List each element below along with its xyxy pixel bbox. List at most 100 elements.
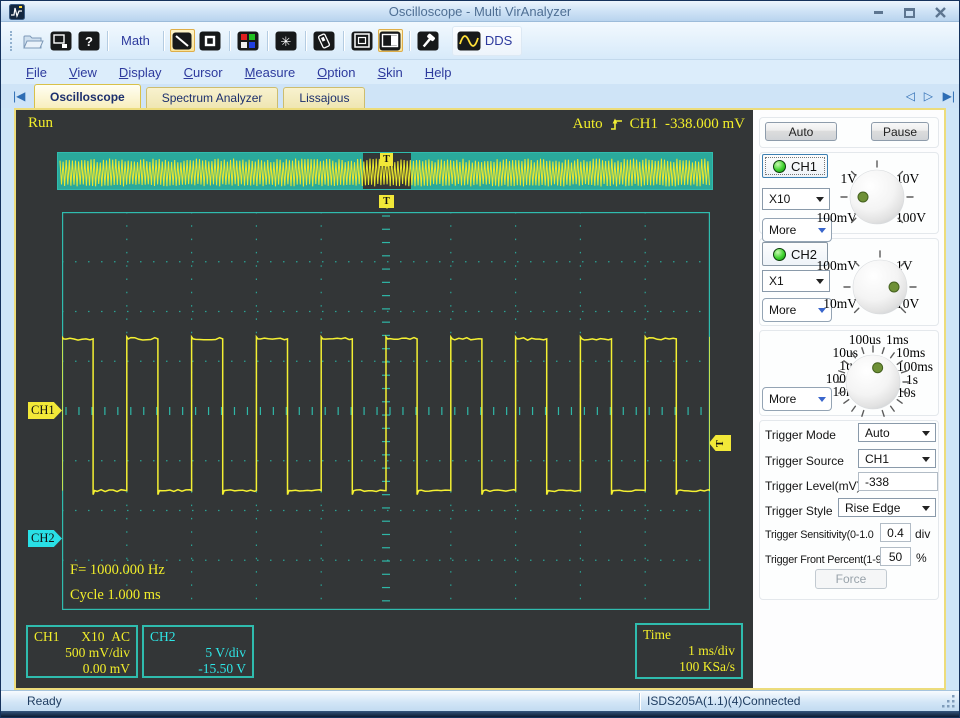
maximize-icon	[903, 7, 915, 18]
frame-icon	[351, 31, 373, 50]
chevron-down-icon	[922, 430, 930, 440]
sine-wave-icon	[457, 31, 481, 50]
side-panel-button[interactable]	[377, 29, 403, 52]
trigger-source-select[interactable]: CH1	[858, 449, 936, 468]
frequency-readout: F= 1000.000 Hz	[70, 562, 165, 578]
time-info-title: Time	[643, 627, 672, 642]
toolbar: ? Math ✳ DDS	[1, 22, 959, 60]
pause-button[interactable]: Pause	[871, 122, 929, 141]
trigger-level-readout: -338.000 mV	[665, 116, 745, 132]
trigger-mode-select[interactable]: Auto	[858, 423, 936, 442]
menu-measure[interactable]: Measure	[234, 62, 307, 83]
menu-display[interactable]: Display	[108, 62, 173, 83]
trigger-mode-label: Trigger Mode	[765, 428, 836, 442]
converge-arrows-icon: ✳	[275, 31, 297, 50]
dds-group: DDS	[451, 25, 523, 56]
menu-cursor[interactable]: Cursor	[173, 62, 234, 83]
rise-edge-icon	[610, 118, 622, 130]
ch1-coupling-readout: AC	[111, 629, 130, 644]
toolbar-separator	[408, 30, 410, 51]
tab-nav-prev-icon[interactable]: ◁	[906, 89, 915, 103]
trigger-front-input[interactable]: 50	[880, 547, 911, 566]
cycle-readout: Cycle 1.000 ms	[70, 587, 161, 603]
ch1-volts-knob[interactable]	[832, 152, 922, 242]
trigger-style-select[interactable]: Rise Edge	[838, 498, 936, 517]
status-divider	[639, 693, 640, 710]
ch2-offset-readout: -15.50 V	[198, 661, 246, 676]
menu-option[interactable]: Option	[306, 62, 366, 83]
chevron-down-icon	[922, 456, 930, 466]
color-settings-button[interactable]	[236, 29, 261, 52]
menu-file[interactable]: File	[15, 62, 58, 83]
timebase-readout: 1 ms/div	[688, 643, 735, 658]
menu-skin[interactable]: Skin	[367, 62, 414, 83]
toolbar-separator	[228, 30, 230, 51]
menu-view[interactable]: View	[58, 62, 108, 83]
ch2-level-marker[interactable]: CH2	[28, 530, 62, 547]
ch1-probe-select[interactable]: X10	[762, 188, 830, 210]
device-button[interactable]	[312, 29, 337, 52]
app-window: Oscilloscope - Multi VirAnalyzer ? Math …	[0, 0, 960, 718]
menu-bar: File View Display Cursor Measure Option …	[1, 60, 959, 84]
dds-button[interactable]: DDS	[485, 33, 512, 48]
chevron-down-icon	[818, 397, 826, 406]
time-more-select[interactable]: More	[762, 387, 832, 411]
snapshot-icon	[50, 31, 71, 50]
svg-text:?: ?	[85, 34, 93, 49]
title-bar[interactable]: Oscilloscope - Multi VirAnalyzer	[1, 1, 959, 22]
timebase-knob[interactable]	[828, 337, 918, 427]
toolbar-grip[interactable]	[10, 30, 14, 51]
trigger-sensitivity-label: Trigger Sensitivity(0-1.0	[765, 529, 874, 541]
tab-lissajous[interactable]: Lissajous	[283, 87, 366, 108]
tab-nav-last-icon[interactable]: ▶|	[943, 89, 955, 103]
ch1-info-title: CH1	[34, 629, 60, 644]
tab-oscilloscope[interactable]: Oscilloscope	[34, 84, 141, 108]
save-button[interactable]	[48, 29, 73, 52]
tools-button[interactable]	[416, 29, 441, 52]
chevron-down-icon	[816, 197, 824, 206]
side-panel-icon	[379, 31, 401, 50]
line-draw-button[interactable]	[169, 29, 195, 52]
help-button[interactable]: ?	[76, 29, 101, 52]
trigger-style-label: Trigger Style	[765, 504, 833, 518]
open-button[interactable]	[20, 29, 45, 52]
trigger-front-label: Trigger Front Percent(1-99	[765, 554, 880, 566]
tab-nav-first-icon[interactable]: |◀	[13, 89, 25, 103]
waveform-overview-strip[interactable]: T	[57, 152, 713, 190]
ch1-info-box: CH1 X10 AC 500 mV/div 0.00 mV	[26, 625, 138, 678]
window-title: Oscilloscope - Multi VirAnalyzer	[388, 4, 572, 19]
window-frame-button[interactable]	[350, 29, 375, 52]
diagonal-line-icon	[172, 32, 192, 49]
ch2-volts-knob[interactable]	[835, 242, 925, 332]
trigger-readout: Auto CH1 -338.000 mV	[573, 116, 745, 133]
trigger-channel-readout: CH1	[629, 116, 658, 132]
minimize-button[interactable]	[867, 5, 889, 20]
toolbar-separator	[304, 30, 306, 51]
trigger-position-marker[interactable]: T	[379, 195, 394, 209]
trigger-sensitivity-input[interactable]: 0.4	[880, 523, 911, 542]
trigger-sensitivity-unit: div	[915, 527, 931, 541]
svg-text:✳: ✳	[281, 35, 292, 50]
math-button[interactable]: Math	[114, 33, 157, 48]
menu-help[interactable]: Help	[414, 62, 463, 83]
auto-button[interactable]: Auto	[765, 122, 837, 141]
maximize-button[interactable]	[898, 5, 920, 20]
tab-nav-next-icon[interactable]: ▷	[924, 89, 933, 103]
strip-trigger-position-marker[interactable]: T	[380, 153, 393, 167]
force-button[interactable]: Force	[815, 569, 887, 589]
close-button[interactable]	[929, 5, 951, 20]
ch1-led-icon	[772, 159, 786, 173]
ch1-offset-readout: 0.00 mV	[82, 661, 130, 676]
trigger-level-marker[interactable]: T	[709, 435, 731, 451]
trigger-level-input[interactable]: -338	[858, 472, 938, 491]
dot-draw-button[interactable]	[198, 29, 223, 52]
collapse-button[interactable]: ✳	[274, 29, 299, 52]
chevron-down-icon	[818, 228, 826, 237]
close-icon	[934, 7, 946, 18]
resize-grip[interactable]	[942, 695, 956, 709]
time-info-box: Time 1 ms/div 100 KSa/s	[635, 623, 743, 679]
tab-spectrum-analyzer[interactable]: Spectrum Analyzer	[145, 87, 279, 108]
help-icon: ?	[78, 31, 99, 50]
ch1-level-marker[interactable]: CH1	[28, 402, 62, 419]
trigger-mode-readout: Auto	[572, 116, 603, 132]
